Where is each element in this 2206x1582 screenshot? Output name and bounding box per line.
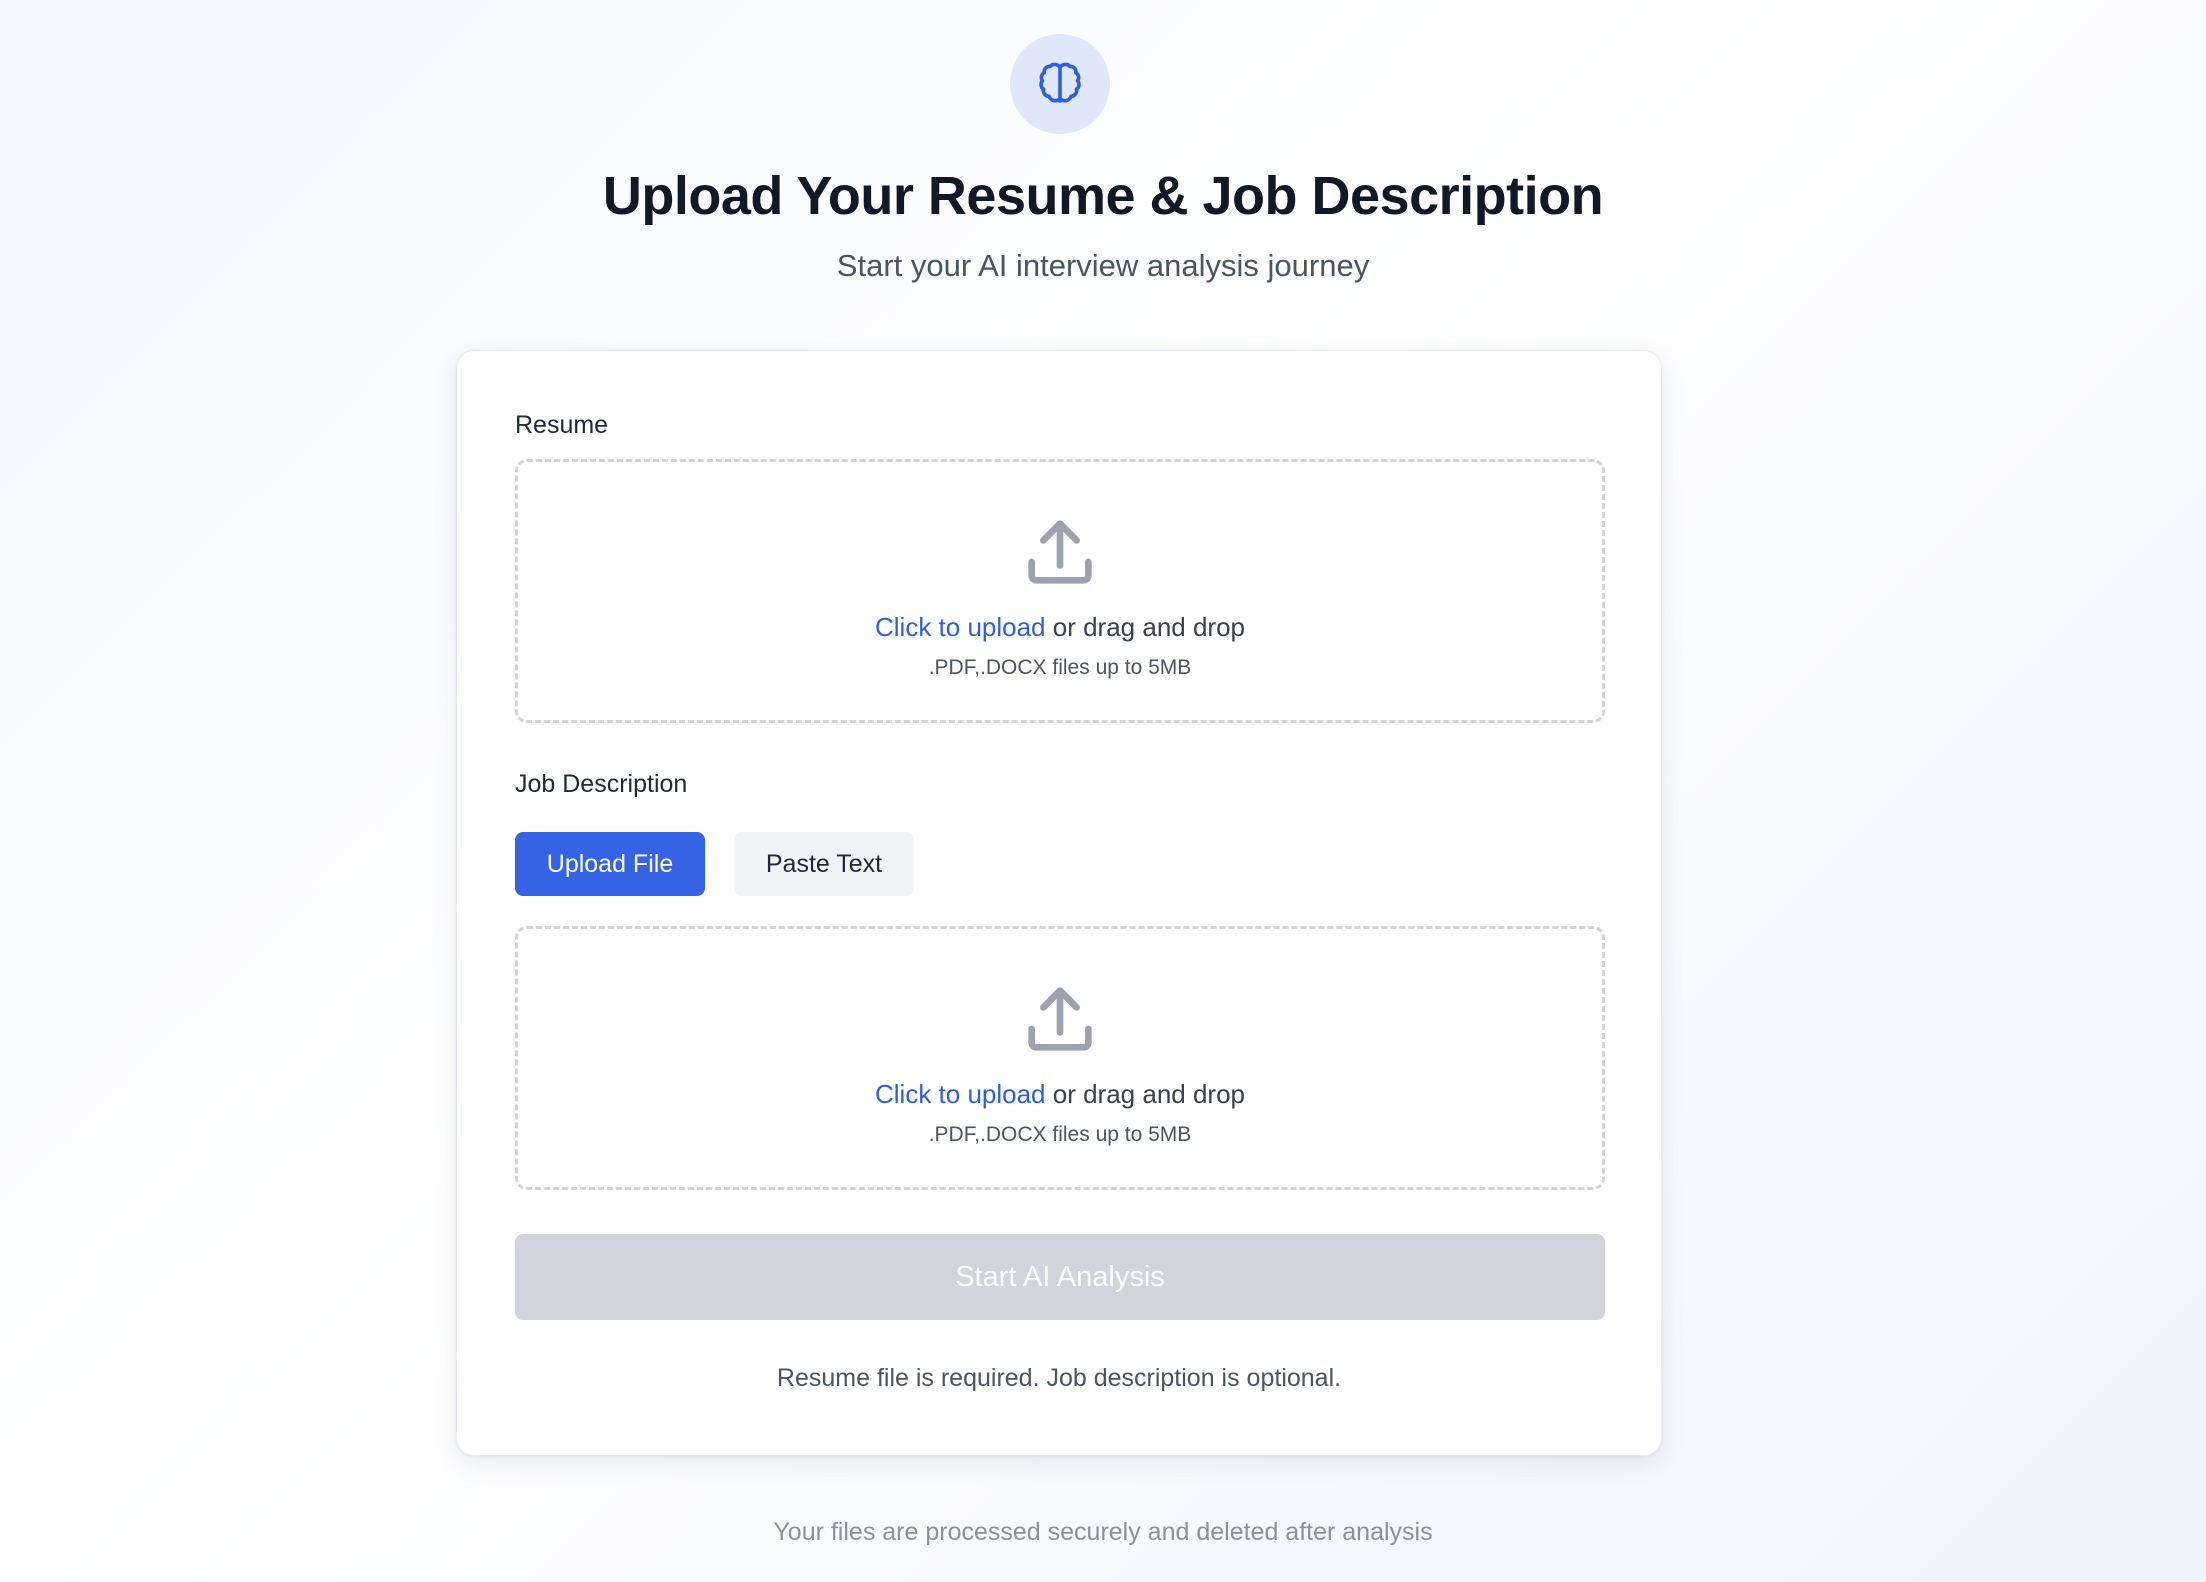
job-description-file-hint: .PDF,.DOCX files up to 5MB <box>928 1123 1192 1146</box>
start-analysis-button[interactable]: Start AI Analysis <box>515 1234 1605 1320</box>
logo-badge <box>1010 34 1110 134</box>
resume-dropzone[interactable]: Click to upload or drag and drop .PDF,.D… <box>515 459 1605 723</box>
job-description-label: Job Description <box>515 770 688 798</box>
job-description-dropzone[interactable]: Click to upload or drag and drop .PDF,.D… <box>515 926 1605 1190</box>
upload-icon <box>1028 987 1092 1051</box>
resume-dropzone-text: Click to upload or drag and drop <box>518 610 1602 644</box>
tab-upload-file[interactable]: Upload File <box>515 832 705 896</box>
security-footer-note: Your files are processed securely and de… <box>773 1518 1433 1546</box>
resume-label: Resume <box>515 411 609 439</box>
resume-drag-drop-text: or drag and drop <box>1045 612 1245 642</box>
brain-icon <box>1039 62 1081 103</box>
resume-click-to-upload-link[interactable]: Click to upload <box>875 612 1046 642</box>
page-title: Upload Your Resume & Job Description <box>602 166 1604 226</box>
upload-icon <box>1028 520 1092 584</box>
resume-file-hint: .PDF,.DOCX files up to 5MB <box>928 656 1192 679</box>
tab-paste-text[interactable]: Paste Text <box>734 832 914 896</box>
job-description-dropzone-text: Click to upload or drag and drop <box>518 1077 1602 1111</box>
upload-card: Resume Click to upload or drag and drop … <box>456 350 1662 1456</box>
requirement-note: Resume file is required. Job description… <box>776 1364 1342 1392</box>
job-description-click-to-upload-link[interactable]: Click to upload <box>875 1079 1046 1109</box>
page-subtitle: Start your AI interview analysis journey <box>836 248 1370 283</box>
job-description-drag-drop-text: or drag and drop <box>1045 1079 1245 1109</box>
